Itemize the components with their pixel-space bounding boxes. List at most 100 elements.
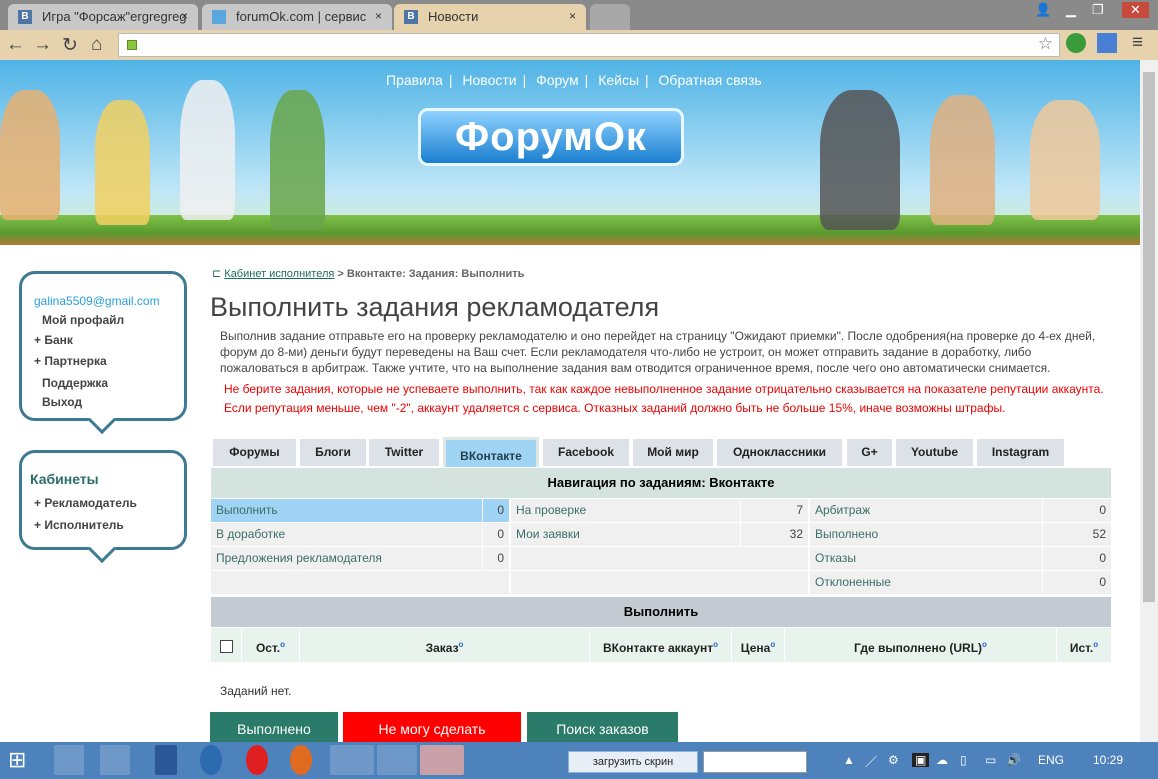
column-header-url[interactable]: Где выполнено (URL)o	[785, 628, 1056, 662]
menu-bank[interactable]: Банк	[44, 333, 73, 347]
tab-gplus[interactable]: G+	[847, 439, 892, 466]
info-icon[interactable]: o	[982, 640, 987, 649]
tab-vkontakte[interactable]: ВКонтакте	[443, 437, 539, 467]
browser-tab-active[interactable]: В Новости ×	[394, 4, 586, 30]
tray-expand-icon[interactable]: ▲	[843, 753, 855, 767]
site-logo[interactable]: ФорумОк	[418, 108, 684, 166]
translate-icon[interactable]	[1097, 33, 1117, 53]
info-icon[interactable]: o	[713, 640, 718, 649]
nav-arbitration[interactable]: Арбитраж	[810, 499, 1042, 522]
close-window-icon[interactable]: ✕	[1122, 2, 1149, 18]
done-button[interactable]: Выполнено	[210, 712, 338, 742]
menu-advertiser[interactable]: Рекламодатель	[44, 496, 137, 510]
select-all-checkbox[interactable]	[220, 640, 233, 653]
maximize-icon[interactable]: ❐	[1092, 2, 1104, 18]
scrollbar-thumb[interactable]	[1143, 72, 1155, 602]
notepad-icon[interactable]	[100, 745, 130, 775]
new-tab-button[interactable]	[590, 4, 630, 30]
settings-icon[interactable]: ⚙	[888, 753, 899, 767]
nav-rework[interactable]: В доработке	[211, 523, 482, 546]
tab-facebook[interactable]: Facebook	[543, 439, 629, 466]
nav-link-cases[interactable]: Кейсы	[598, 72, 639, 88]
app-icon[interactable]	[330, 745, 374, 775]
scrollbar[interactable]	[1140, 60, 1158, 742]
clock[interactable]: 10:29	[1093, 753, 1123, 767]
menu-my-profile[interactable]: Мой профайл	[42, 313, 124, 327]
tab-youtube[interactable]: Youtube	[896, 439, 973, 466]
info-icon[interactable]: o	[459, 640, 464, 649]
close-icon[interactable]: ×	[181, 9, 188, 23]
nav-count: 52	[1043, 523, 1111, 546]
info-icon[interactable]: o	[280, 640, 285, 649]
extension-icon[interactable]	[1066, 33, 1086, 53]
breadcrumb-link[interactable]: Кабинет исполнителя	[224, 268, 334, 280]
expand-icon[interactable]: +	[34, 354, 41, 368]
menu-logout[interactable]: Выход	[42, 395, 82, 409]
volume-icon[interactable]: 🔊	[1006, 753, 1021, 767]
nav-refusals[interactable]: Отказы	[810, 547, 1042, 570]
chrome-icon[interactable]	[420, 745, 464, 775]
firefox-icon[interactable]	[290, 745, 312, 775]
reload-icon[interactable]: ↻	[62, 34, 78, 57]
column-header-order[interactable]: Заказo	[300, 628, 589, 662]
nvidia-icon[interactable]: ▣	[912, 753, 930, 767]
nav-review[interactable]: На проверке	[511, 499, 740, 522]
address-bar[interactable]: ☆	[118, 33, 1060, 57]
pen-icon[interactable]: ／	[865, 753, 877, 770]
search-orders-button[interactable]: Поиск заказов	[527, 712, 678, 742]
windows-start-icon[interactable]: ⊞	[8, 747, 26, 773]
column-header-remaining[interactable]: Ост.o	[242, 628, 299, 662]
browser-tab[interactable]: forumOk.com | сервис ×	[202, 4, 392, 30]
expand-icon[interactable]: +	[34, 333, 41, 347]
back-icon[interactable]: ←	[6, 34, 25, 56]
expand-icon[interactable]: +	[34, 518, 41, 532]
tab-forums[interactable]: Форумы	[213, 439, 296, 466]
power-icon[interactable]: ▯	[960, 753, 967, 767]
upload-screenshot-button[interactable]: загрузить скрин	[568, 751, 698, 773]
nav-completed[interactable]: Выполнено	[810, 523, 1042, 546]
taskbar-input[interactable]	[703, 751, 807, 773]
forward-icon[interactable]: →	[33, 34, 52, 56]
nav-link-forum[interactable]: Форум	[536, 72, 579, 88]
language-indicator[interactable]: ENG	[1038, 753, 1064, 767]
nav-link-feedback[interactable]: Обратная связь	[659, 72, 762, 88]
empty-cell	[511, 547, 808, 570]
expand-icon[interactable]: +	[34, 496, 41, 510]
info-icon[interactable]: o	[770, 640, 775, 649]
tab-odnoklassniki[interactable]: Одноклассники	[717, 439, 842, 466]
nav-link-news[interactable]: Новости	[462, 72, 516, 88]
star-icon[interactable]: ☆	[1038, 34, 1053, 54]
browser-icon[interactable]	[200, 745, 222, 775]
menu-partner[interactable]: Партнерка	[44, 354, 106, 368]
menu-executor[interactable]: Исполнитель	[44, 518, 123, 532]
tab-twitter[interactable]: Twitter	[369, 439, 439, 466]
network-icon[interactable]: ▭	[985, 753, 996, 767]
cant-do-button[interactable]: Не могу сделать	[343, 712, 521, 742]
menu-icon[interactable]: ≡	[1132, 32, 1143, 54]
column-header-source[interactable]: Ист.o	[1057, 628, 1111, 662]
column-header-price[interactable]: Ценаo	[732, 628, 784, 662]
notes-icon[interactable]	[377, 745, 417, 775]
word-icon[interactable]	[155, 745, 177, 775]
tab-blogs[interactable]: Блоги	[300, 439, 366, 466]
nav-execute[interactable]: Выполнить	[211, 499, 482, 522]
nav-link-rules[interactable]: Правила	[386, 72, 443, 88]
user-email[interactable]: galina5509@gmail.com	[34, 294, 160, 308]
menu-support[interactable]: Поддержка	[42, 376, 108, 390]
nav-offers[interactable]: Предложения рекламодателя	[211, 547, 482, 570]
info-icon[interactable]: o	[1093, 640, 1098, 649]
explorer-icon[interactable]	[54, 745, 84, 775]
nav-rejected[interactable]: Отклоненные	[810, 571, 1042, 594]
cloud-icon[interactable]: ☁	[936, 753, 948, 767]
yandex-icon[interactable]	[246, 745, 268, 775]
browser-tab[interactable]: В Игра "Форсаж"ergregreg ×	[8, 4, 198, 30]
minimize-icon[interactable]: ▁	[1066, 2, 1076, 18]
close-icon[interactable]: ×	[375, 9, 382, 23]
user-icon[interactable]: 👤	[1035, 2, 1051, 18]
tab-moimir[interactable]: Мой мир	[633, 439, 713, 466]
column-header-account[interactable]: ВКонтакте аккаунтo	[590, 628, 731, 662]
tab-instagram[interactable]: Instagram	[977, 439, 1064, 466]
home-icon[interactable]: ⌂	[91, 34, 102, 56]
nav-my-requests[interactable]: Мои заявки	[511, 523, 740, 546]
close-icon[interactable]: ×	[569, 9, 576, 23]
